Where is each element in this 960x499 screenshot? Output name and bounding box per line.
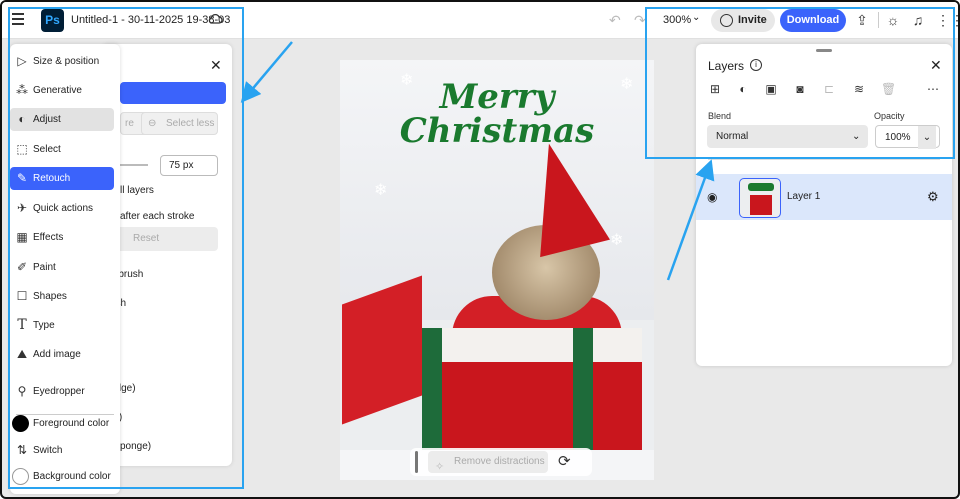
- annotation-arrows: [240, 41, 715, 281]
- arrow-to-layers: [666, 159, 715, 281]
- app-window: Ps Untitled-1 - 30-11-2025 19-38-03 ↶ ↷ …: [0, 0, 960, 499]
- arrow-to-tools: [240, 41, 293, 103]
